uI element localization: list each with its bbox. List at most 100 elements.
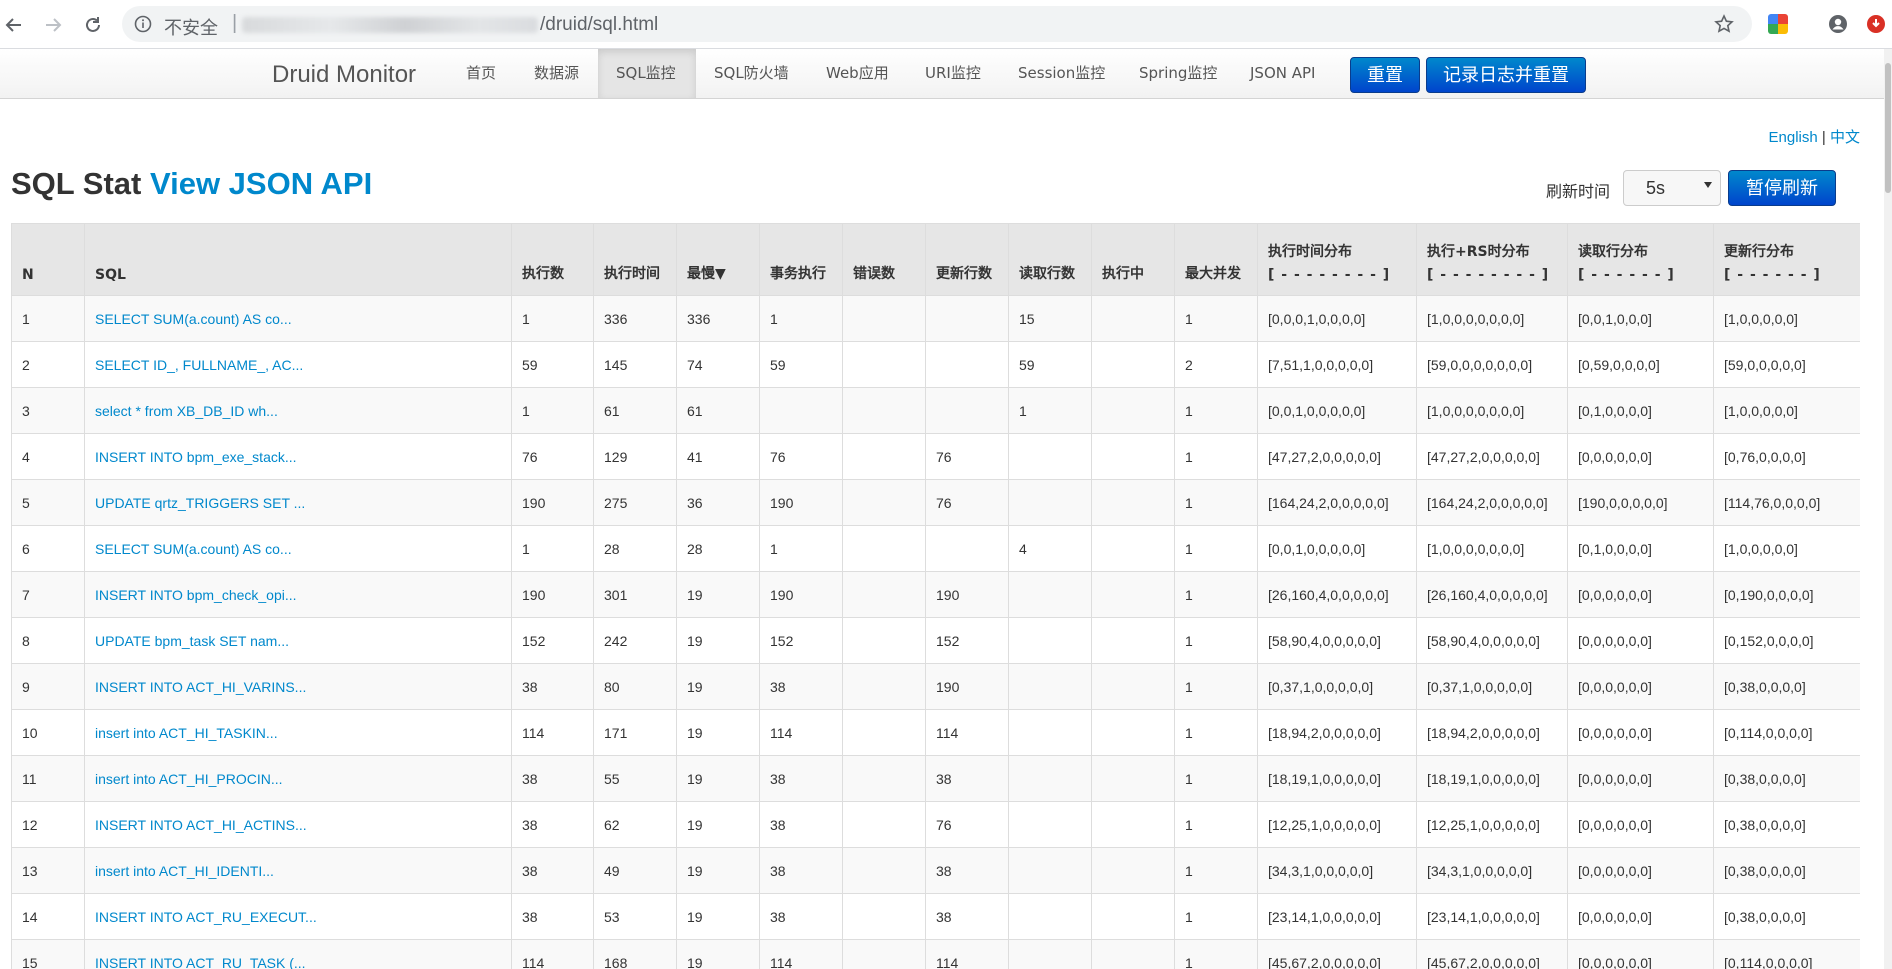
header-exec-time[interactable]: 执行时间 xyxy=(593,223,677,296)
refresh-interval-select[interactable]: 5s xyxy=(1623,170,1721,206)
cell-txn-exec: 152 xyxy=(759,617,843,664)
nav-session-monitor[interactable]: Session监控 xyxy=(1000,49,1123,98)
sql-link[interactable]: INSERT INTO ACT_RU_EXECUT... xyxy=(95,909,317,925)
cell-update-rows: 190 xyxy=(925,663,1009,710)
nav-spring-monitor[interactable]: Spring监控 xyxy=(1121,49,1235,98)
cell-sql: SELECT SUM(a.count) AS co... xyxy=(84,525,512,572)
extension-icon[interactable] xyxy=(1768,14,1788,34)
header-update-rows[interactable]: 更新行数 xyxy=(925,223,1009,296)
header-exec-count[interactable]: 执行数 xyxy=(511,223,594,296)
sql-link[interactable]: INSERT INTO bpm_exe_stack... xyxy=(95,449,297,465)
sql-link[interactable]: SELECT SUM(a.count) AS co... xyxy=(95,541,292,557)
cell-read-rows xyxy=(1008,617,1092,664)
cell-update-rows-dist: [59,0,0,0,0,0] xyxy=(1713,341,1860,388)
cell-running xyxy=(1091,801,1175,848)
cell-running xyxy=(1091,341,1175,388)
header-update-rows-dist[interactable]: 更新行分布 [ - - - - - - ] xyxy=(1713,223,1860,296)
sql-link[interactable]: SELECT SUM(a.count) AS co... xyxy=(95,311,292,327)
header-n[interactable]: N xyxy=(11,223,85,296)
forward-icon[interactable] xyxy=(40,12,66,38)
sql-link[interactable]: insert into ACT_HI_TASKIN... xyxy=(95,725,278,741)
header-read-rows-dist[interactable]: 读取行分布 [ - - - - - - ] xyxy=(1567,223,1714,296)
cell-txn-exec: 1 xyxy=(759,525,843,572)
cell-update-rows: 38 xyxy=(925,893,1009,940)
cell-txn-exec: 59 xyxy=(759,341,843,388)
nav-web-app[interactable]: Web应用 xyxy=(808,49,907,98)
cell-max-concurrent: 1 xyxy=(1174,571,1258,618)
cell-exec-time-dist: [47,27,2,0,0,0,0,0] xyxy=(1257,433,1417,480)
cell-update-rows xyxy=(925,387,1009,434)
header-exec-time-dist[interactable]: 执行时间分布 [ - - - - - - - - ] xyxy=(1257,223,1417,296)
header-error-count[interactable]: 错误数 xyxy=(842,223,926,296)
header-txn-exec[interactable]: 事务执行 xyxy=(759,223,843,296)
address-bar[interactable]: 不安全 | /druid/sql.html xyxy=(122,6,1752,42)
cell-exec-time: 336 xyxy=(593,295,677,342)
header-max-concurrent[interactable]: 最大并发 xyxy=(1174,223,1258,296)
cell-exec-time: 80 xyxy=(593,663,677,710)
scrollbar-thumb[interactable] xyxy=(1885,63,1891,193)
cell-n: 10 xyxy=(11,709,85,756)
sql-link[interactable]: INSERT INTO ACT_HI_VARINS... xyxy=(95,679,306,695)
sql-link[interactable]: INSERT INTO ACT_RU_TASK (... xyxy=(95,955,306,969)
nav-sql-monitor[interactable]: SQL监控 xyxy=(598,49,696,98)
sql-link[interactable]: INSERT INTO bpm_check_opi... xyxy=(95,587,297,603)
cell-txn-exec xyxy=(759,387,843,434)
vertical-scrollbar[interactable] xyxy=(1884,49,1892,969)
cell-running xyxy=(1091,571,1175,618)
sql-link[interactable]: INSERT INTO ACT_HI_ACTINS... xyxy=(95,817,307,833)
cell-exec-count: 190 xyxy=(511,479,594,526)
info-icon[interactable] xyxy=(134,15,152,33)
cell-exec-time: 168 xyxy=(593,939,677,969)
table-header-row: N SQL 执行数 执行时间 最慢▼ 事务执行 错误数 更新行数 读取行数 执行中 最大并发 执行时间… xyxy=(11,223,1860,296)
cell-txn-exec: 76 xyxy=(759,433,843,480)
profile-icon[interactable] xyxy=(1828,14,1848,34)
back-icon[interactable] xyxy=(1,12,27,38)
page-title-text: SQL Stat xyxy=(11,166,142,201)
cell-read-rows xyxy=(1008,893,1092,940)
cell-running xyxy=(1091,847,1175,894)
reset-button[interactable]: 重置 xyxy=(1350,57,1420,93)
view-json-api-link[interactable]: View JSON API xyxy=(150,166,372,201)
sql-link[interactable]: UPDATE qrtz_TRIGGERS SET ... xyxy=(95,495,305,511)
nav-sql-firewall[interactable]: SQL防火墙 xyxy=(696,49,807,98)
cell-running xyxy=(1091,893,1175,940)
sql-link[interactable]: select * from XB_DB_ID wh... xyxy=(95,403,278,419)
cell-read-rows-dist: [0,59,0,0,0,0] xyxy=(1567,341,1714,388)
header-read-rows[interactable]: 读取行数 xyxy=(1008,223,1092,296)
nav-home[interactable]: 首页 xyxy=(448,49,514,98)
cell-n: 4 xyxy=(11,433,85,480)
cell-slowest: 19 xyxy=(676,617,760,664)
update-alert-icon[interactable] xyxy=(1866,14,1886,34)
sql-link[interactable]: insert into ACT_HI_PROCIN... xyxy=(95,771,283,787)
header-slowest[interactable]: 最慢▼ xyxy=(676,223,760,296)
cell-read-rows-dist: [0,0,1,0,0,0] xyxy=(1567,295,1714,342)
insecure-label: 不安全 xyxy=(164,18,218,39)
header-running[interactable]: 执行中 xyxy=(1091,223,1175,296)
sql-link[interactable]: SELECT ID_, FULLNAME_, AC... xyxy=(95,357,303,373)
cell-n: 3 xyxy=(11,387,85,434)
header-label: 执行数 xyxy=(522,266,564,282)
cell-txn-exec: 190 xyxy=(759,571,843,618)
pause-refresh-button[interactable]: 暂停刷新 xyxy=(1728,170,1836,206)
header-label: 读取行分布 xyxy=(1578,244,1648,260)
brand-logo[interactable]: Druid Monitor xyxy=(272,61,416,89)
nav-datasource[interactable]: 数据源 xyxy=(516,49,597,98)
lang-chinese-link[interactable]: 中文 xyxy=(1830,129,1860,146)
sql-link[interactable]: UPDATE bpm_task SET nam... xyxy=(95,633,289,649)
header-sql[interactable]: SQL xyxy=(84,223,512,296)
log-and-reset-button[interactable]: 记录日志并重置 xyxy=(1426,57,1586,93)
cell-sql: INSERT INTO ACT_HI_VARINS... xyxy=(84,663,512,710)
reload-icon[interactable] xyxy=(80,12,106,38)
cell-update-rows-dist: [0,38,0,0,0,0] xyxy=(1713,755,1860,802)
cell-update-rows: 38 xyxy=(925,755,1009,802)
header-exec-rs-time-dist[interactable]: 执行+RS时分布 [ - - - - - - - - ] xyxy=(1416,223,1568,296)
nav-uri-monitor[interactable]: URI监控 xyxy=(907,49,999,98)
cell-exec-count: 38 xyxy=(511,847,594,894)
bookmark-star-icon[interactable] xyxy=(1714,14,1734,34)
druid-navbar: Druid Monitor 首页 数据源 SQL监控 SQL防火墙 Web应用 … xyxy=(0,49,1892,99)
lang-english-link[interactable]: English xyxy=(1769,129,1818,146)
sql-link[interactable]: insert into ACT_HI_IDENTI... xyxy=(95,863,274,879)
nav-json-api[interactable]: JSON API xyxy=(1232,49,1333,98)
cell-exec-time: 53 xyxy=(593,893,677,940)
cell-slowest: 19 xyxy=(676,755,760,802)
